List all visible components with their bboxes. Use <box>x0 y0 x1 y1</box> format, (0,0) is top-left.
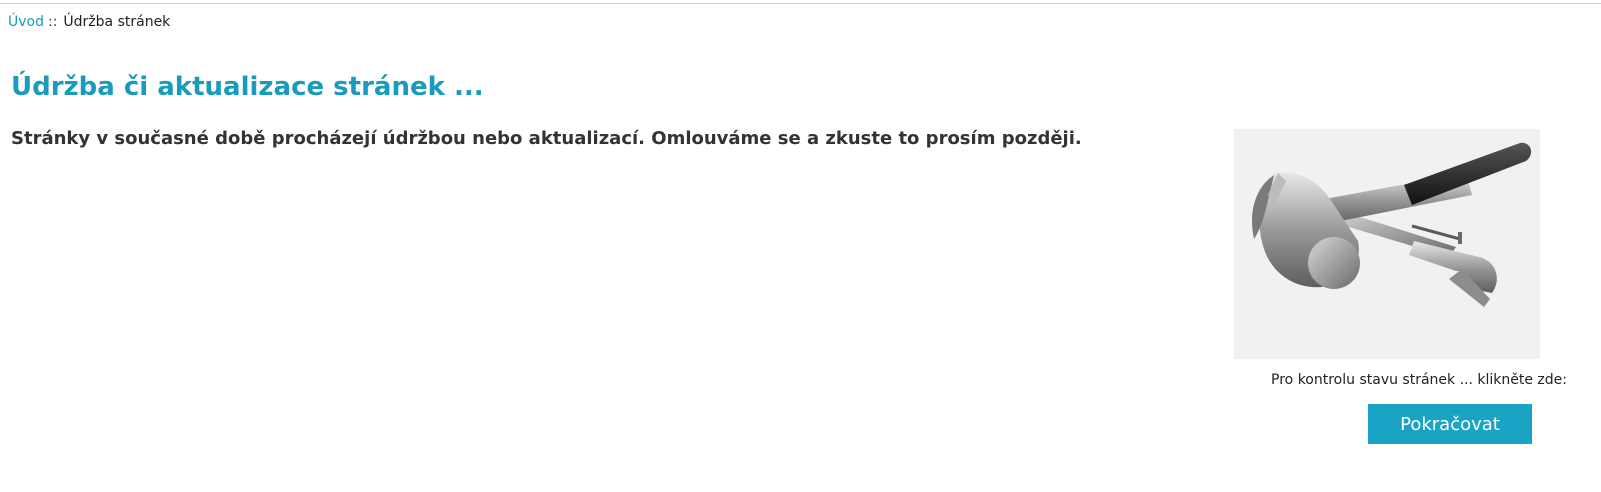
hammer-handle <box>1314 142 1532 225</box>
breadcrumb-separator: :: <box>47 14 58 30</box>
continue-button[interactable]: Pokračovat <box>1368 404 1532 444</box>
breadcrumb-current: Údržba stránek <box>63 14 171 30</box>
status-check-note: Pro kontrolu stavu stránek ... klikněte … <box>1271 372 1567 388</box>
breadcrumb-home-link[interactable]: Úvod <box>8 14 44 30</box>
top-divider <box>0 3 1601 4</box>
page-title: Údržba či aktualizace stránek ... <box>11 72 484 102</box>
breadcrumb: Úvod:: Údržba stránek <box>8 14 170 30</box>
hammer-and-wrench-image <box>1234 129 1540 359</box>
maintenance-message: Stránky v současné době procházejí údržb… <box>11 128 1082 149</box>
hammer-head <box>1252 172 1360 289</box>
